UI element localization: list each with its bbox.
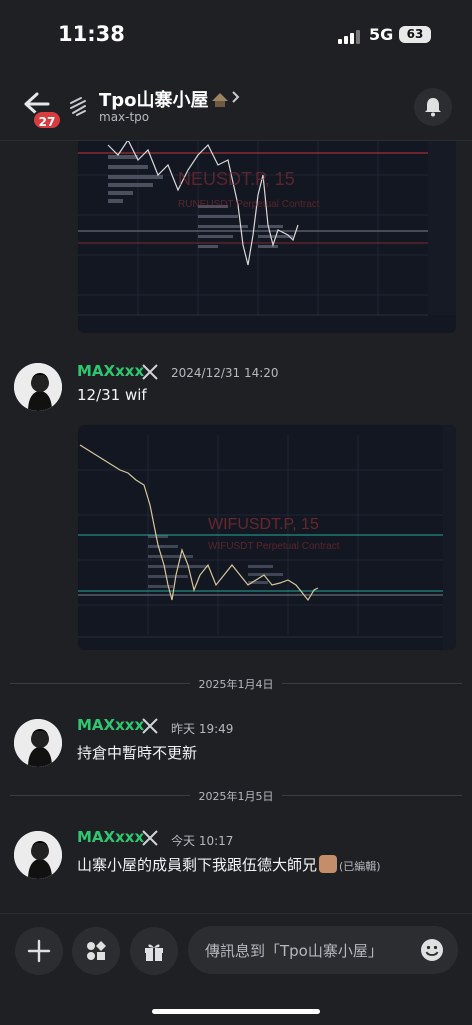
message-timestamp: 昨天 19:49 [171,722,234,736]
bell-icon [425,98,441,117]
hut-emoji-icon [211,93,228,107]
channel-header: 27 Tpo山寨小屋 max-tpo [0,70,472,140]
author-name[interactable]: MAXxxx [77,362,144,380]
day-divider-line [282,795,462,796]
chart2-watermark-symbol: WIFUSDT.P, 15 [208,516,319,533]
apps-icon [87,941,106,960]
cellular-signal-icon [338,30,364,44]
gift-icon [145,944,163,961]
chart1-watermark-name: RUNEUSDT Perpetual Contract [178,199,320,210]
message-text-body: 山寨小屋的成員剩下我跟伍德大師兄 [77,856,318,874]
message-text: 山寨小屋的成員剩下我跟伍德大師兄 (已編輯) [77,854,381,875]
chart1-watermark-symbol: NEUSDT.P, 15 [178,169,295,189]
notification-bell-button[interactable] [414,88,452,126]
unread-badge: 27 [32,110,62,130]
chart-image-wif[interactable]: WIFUSDT.P, 15 WIFUSDT Perpetual Contract [78,425,456,650]
avatar[interactable] [14,719,62,767]
message-text: 持倉中暫時不更新 [77,744,198,762]
day-divider-line [282,683,462,684]
status-bar: 11:38 5G 63 [0,0,472,70]
channel-title[interactable]: Tpo山寨小屋 [99,86,229,112]
battery-icon: 63 [399,26,431,43]
message-timestamp: 2024/12/31 14:20 [171,366,279,380]
message-text: 12/31 wif [77,386,147,404]
home-indicator [152,1009,320,1014]
day-divider-label: 2025年1月4日 [198,678,274,691]
crossed-swords-icon [142,830,158,846]
message-input[interactable]: 傳訊息到「Tpo山寨小屋」 [188,926,458,974]
network-type: 5G [369,25,394,44]
plus-icon [27,939,51,963]
avatar[interactable] [14,831,62,879]
author-name[interactable]: MAXxxx [77,716,144,734]
apps-button[interactable] [72,927,120,975]
avatar[interactable] [14,363,62,411]
edited-label: (已編輯) [339,860,381,873]
message-timestamp: 今天 10:17 [171,834,234,848]
chart2-watermark-name: WIFUSDT Perpetual Contract [208,541,340,552]
message-input-placeholder: 傳訊息到「Tpo山寨小屋」 [205,940,383,961]
chevron-right-icon[interactable] [230,90,240,104]
threads-channel-icon [70,97,86,116]
message-composer: 傳訊息到「Tpo山寨小屋」 [0,913,472,1025]
gift-button[interactable] [130,927,178,975]
status-time: 11:38 [58,22,125,46]
author-name[interactable]: MAXxxx [77,828,144,846]
channel-subtitle: max-tpo [99,110,150,124]
message-input-placeholder-text: 傳訊息到「Tpo山寨小屋」 [205,942,383,960]
crossed-swords-icon [142,364,158,380]
emoji-smile-icon[interactable] [420,938,444,962]
add-attachment-button[interactable] [15,927,63,975]
day-divider-label: 2025年1月5日 [198,790,274,803]
message-list[interactable]: NEUSDT.P, 15 RUNEUSDT Perpetual Contract… [0,141,472,913]
crossed-swords-icon [142,718,158,734]
face-emoji-icon [319,855,338,873]
chart-image-rune[interactable]: NEUSDT.P, 15 RUNEUSDT Perpetual Contract [78,141,456,333]
channel-title-text: Tpo山寨小屋 [99,90,209,111]
